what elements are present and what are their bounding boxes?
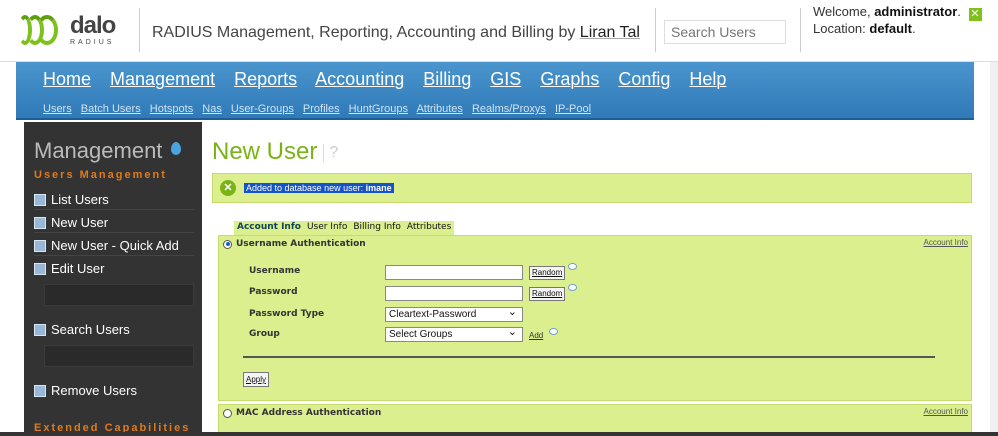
username-display: administrator	[874, 4, 958, 19]
location-display: default	[869, 21, 913, 36]
section-users-management: Users Management	[34, 169, 167, 181]
username-auth-radio[interactable]	[223, 239, 232, 249]
nav-accounting[interactable]: Accounting	[315, 69, 404, 89]
tab-billing-info[interactable]: Billing Info	[350, 221, 404, 235]
subnav-users[interactable]: Users	[43, 103, 72, 115]
subnav-hotspots[interactable]: Hotspots	[150, 103, 193, 115]
page-scrollbar[interactable]	[990, 62, 998, 436]
sidebar-item-list-users[interactable]: List Users	[34, 192, 109, 207]
new-user-icon	[34, 216, 46, 229]
subnav-batch-users[interactable]: Batch Users	[81, 103, 141, 115]
primary-menu: Home Management Reports Accounting Billi…	[43, 69, 740, 90]
divider	[139, 8, 140, 52]
mac-auth-heading: MAC Address Authentication	[236, 408, 382, 418]
sidebar-item-remove-users[interactable]: Remove Users	[34, 383, 137, 398]
sidebar-title: Management	[34, 138, 163, 163]
apply-button[interactable]: Apply	[243, 372, 270, 387]
daloradius-logo[interactable]: dalo RADIUS	[16, 8, 136, 52]
search-users-sidebar-input[interactable]	[44, 345, 194, 367]
author-link[interactable]: Liran Tal	[580, 24, 640, 41]
tab-account-info[interactable]: Account Info	[234, 221, 304, 235]
droplet-icon	[171, 142, 181, 155]
help-icon[interactable]: ?	[323, 144, 338, 162]
tooltip-bubble-icon[interactable]	[568, 284, 577, 291]
sidebar: Management Users Management List Users N…	[24, 122, 202, 436]
logo-name: dalo	[70, 12, 116, 39]
subnav-ip-pool[interactable]: IP-Pool	[555, 103, 591, 115]
welcome-box: Welcome, administrator. ✕ Location: defa…	[813, 4, 982, 36]
tab-attributes[interactable]: Attributes	[404, 221, 454, 235]
form-divider	[243, 356, 935, 358]
success-message-bar: ✕ Added to database new user: imane	[212, 173, 972, 203]
password-label: Password	[249, 287, 298, 297]
divider	[800, 8, 801, 52]
subnav-attributes[interactable]: Attributes	[416, 103, 462, 115]
username-label: Username	[249, 266, 301, 276]
sidebar-item-edit-user[interactable]: Edit User	[34, 261, 104, 276]
logo-subtitle: RADIUS	[70, 39, 115, 46]
subnav-profiles[interactable]: Profiles	[303, 103, 340, 115]
tooltip-bubble-icon[interactable]	[549, 328, 558, 335]
header: dalo RADIUS RADIUS Management, Reporting…	[0, 0, 998, 62]
subnav-nas[interactable]: Nas	[202, 103, 222, 115]
account-info-link[interactable]: Account Info	[924, 238, 968, 247]
nav-management[interactable]: Management	[110, 69, 215, 89]
nav-graphs[interactable]: Graphs	[540, 69, 599, 89]
tooltip-bubble-icon[interactable]	[568, 263, 577, 270]
group-label: Group	[249, 329, 280, 339]
nav-home[interactable]: Home	[43, 69, 91, 89]
logo-rings-icon	[16, 11, 68, 49]
random-username-button[interactable]: Random	[529, 266, 566, 280]
search-users-icon	[34, 323, 46, 336]
mac-auth-radio[interactable]	[223, 408, 232, 418]
tab-user-info[interactable]: User Info	[304, 221, 350, 235]
remove-users-icon	[34, 384, 46, 397]
success-icon: ✕	[220, 180, 236, 196]
main-content: New User? ✕ Added to database new user: …	[202, 122, 974, 436]
header-tagline: RADIUS Management, Reporting, Accounting…	[152, 24, 640, 41]
main-navigation: Home Management Reports Accounting Billi…	[16, 62, 974, 120]
success-message: Added to database new user: imane	[244, 183, 394, 193]
window-bottom-edge	[0, 432, 998, 436]
nav-help[interactable]: Help	[689, 69, 726, 89]
password-type-select[interactable]: Cleartext-Password	[385, 305, 523, 322]
page-title: New User?	[212, 138, 339, 165]
sidebar-item-new-user-quick-add[interactable]: New User - Quick Add	[34, 238, 179, 253]
nav-reports[interactable]: Reports	[234, 69, 297, 89]
account-info-link[interactable]: Account Info	[924, 407, 968, 416]
list-users-icon	[34, 193, 46, 206]
form-tabs: Account Info User Info Billing Info Attr…	[234, 221, 455, 235]
logout-icon[interactable]: ✕	[968, 8, 982, 21]
add-group-link[interactable]: Add	[529, 331, 543, 340]
nav-billing[interactable]: Billing	[423, 69, 471, 89]
group-select[interactable]: Select Groups	[385, 325, 523, 342]
nav-gis[interactable]: GIS	[490, 69, 521, 89]
password-field[interactable]	[385, 286, 523, 301]
nav-config[interactable]: Config	[618, 69, 670, 89]
sidebar-item-search-users[interactable]: Search Users	[34, 322, 130, 337]
username-auth-heading: Username Authentication	[236, 239, 366, 249]
app-page: dalo RADIUS RADIUS Management, Reporting…	[0, 0, 998, 436]
edit-user-input[interactable]	[44, 284, 194, 306]
subnav-huntgroups[interactable]: HuntGroups	[349, 103, 408, 115]
random-password-button[interactable]: Random	[529, 287, 566, 301]
subnav-user-groups[interactable]: User-Groups	[231, 103, 294, 115]
new-user-quick-icon	[34, 239, 46, 252]
subnav-realms-proxys[interactable]: Realms/Proxys	[472, 103, 546, 115]
username-auth-panel: Username Authentication Account Info Use…	[218, 235, 972, 401]
username-field[interactable]	[385, 265, 523, 280]
sidebar-item-new-user[interactable]: New User	[34, 215, 108, 230]
search-users-input[interactable]	[664, 20, 786, 44]
secondary-menu: Users Batch Users Hotspots Nas User-Grou…	[43, 103, 597, 115]
edit-user-icon	[34, 262, 46, 275]
password-type-label: Password Type	[249, 309, 325, 319]
divider	[655, 8, 656, 52]
